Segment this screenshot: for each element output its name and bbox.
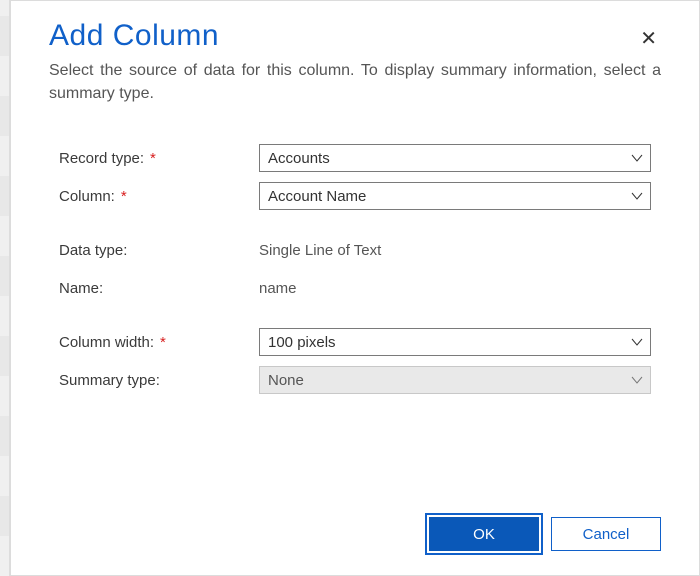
row-summary-type: Summary type: None	[59, 365, 651, 395]
button-label: OK	[473, 526, 495, 543]
cancel-button[interactable]: Cancel	[551, 517, 661, 551]
select-value: 100 pixels	[268, 334, 336, 351]
label-name: Name:	[59, 280, 259, 297]
label-column-width: Column width: *	[59, 334, 259, 351]
chevron-down-icon	[630, 373, 644, 387]
required-marker: *	[121, 189, 127, 204]
column-select[interactable]: Account Name	[259, 182, 651, 210]
label-text: Summary type:	[59, 372, 160, 389]
row-data-type: Data type: Single Line of Text	[59, 235, 651, 265]
button-label: Cancel	[583, 526, 630, 543]
background-strip	[0, 0, 10, 576]
chevron-down-icon	[630, 189, 644, 203]
close-icon: ✕	[640, 28, 657, 50]
label-text: Column:	[59, 188, 115, 205]
label-record-type: Record type: *	[59, 150, 259, 167]
label-column: Column: *	[59, 188, 259, 205]
dialog-title: Add Column	[49, 19, 636, 53]
dialog-header: Add Column ✕	[49, 19, 661, 59]
summary-type-select: None	[259, 366, 651, 394]
dialog-footer: OK Cancel	[49, 497, 661, 551]
select-value: None	[268, 372, 304, 389]
select-value: Account Name	[268, 188, 366, 205]
close-button[interactable]: ✕	[636, 25, 661, 53]
label-text: Column width:	[59, 334, 154, 351]
add-column-dialog: Add Column ✕ Select the source of data f…	[10, 0, 700, 576]
required-marker: *	[150, 151, 156, 166]
name-value: name	[259, 278, 297, 299]
select-value: Accounts	[268, 150, 330, 167]
label-data-type: Data type:	[59, 242, 259, 259]
row-name: Name: name	[59, 273, 651, 303]
ok-button[interactable]: OK	[429, 517, 539, 551]
column-width-select[interactable]: 100 pixels	[259, 328, 651, 356]
required-marker: *	[160, 335, 166, 350]
form-area: Record type: * Accounts Column: * Accoun…	[49, 143, 661, 403]
label-summary-type: Summary type:	[59, 372, 259, 389]
chevron-down-icon	[630, 151, 644, 165]
label-text: Data type:	[59, 242, 127, 259]
data-type-value: Single Line of Text	[259, 240, 381, 261]
chevron-down-icon	[630, 335, 644, 349]
label-text: Name:	[59, 280, 103, 297]
dialog-description: Select the source of data for this colum…	[49, 59, 661, 105]
row-record-type: Record type: * Accounts	[59, 143, 651, 173]
row-column-width: Column width: * 100 pixels	[59, 327, 651, 357]
row-column: Column: * Account Name	[59, 181, 651, 211]
record-type-select[interactable]: Accounts	[259, 144, 651, 172]
label-text: Record type:	[59, 150, 144, 167]
